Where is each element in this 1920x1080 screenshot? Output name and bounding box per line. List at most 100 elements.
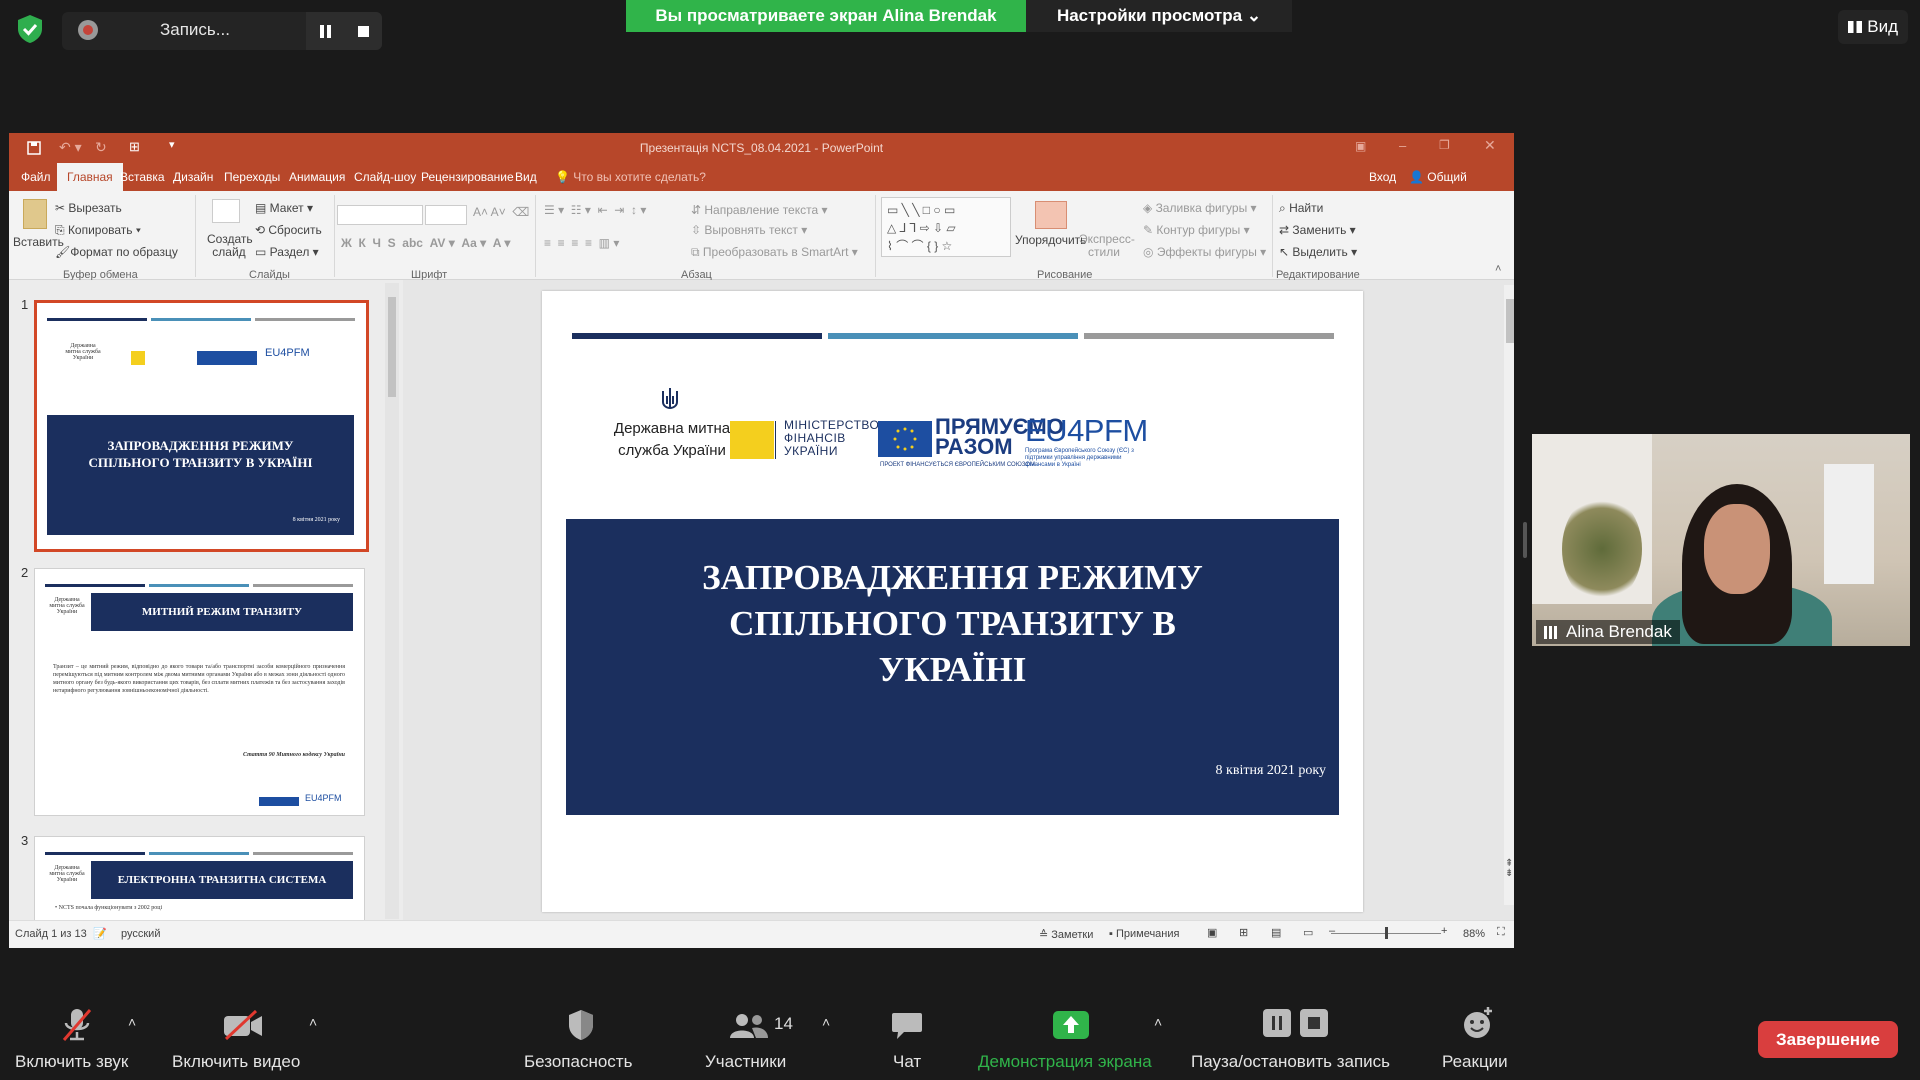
share-screen-icon[interactable] (1052, 1010, 1090, 1040)
list-buttons[interactable]: ☰ ▾ ☷ ▾ ⇤ ⇥ ↕ ▾ (544, 203, 646, 217)
find-button[interactable]: ⌕ Найти (1279, 201, 1323, 216)
thumbnail-slide-1[interactable]: Державна митна служба України EU4PFM ЗАП… (34, 300, 369, 552)
new-slide-button[interactable]: Создать слайд (207, 233, 253, 259)
participants-button[interactable]: Участники (705, 1052, 786, 1072)
language-indicator[interactable]: русский (121, 928, 160, 940)
audio-options-caret-icon[interactable]: ˄ (128, 1014, 136, 1030)
tab-view[interactable]: Вид (505, 163, 547, 191)
font-style-buttons[interactable]: Ж К Ч S abc AV ▾ Aa ▾ A ▾ (341, 236, 510, 250)
scrollbar-thumb[interactable] (388, 297, 396, 397)
arrange-button[interactable]: Упорядочить (1015, 233, 1086, 247)
font-size-box[interactable] (425, 205, 467, 225)
panel-resize-handle[interactable] (1523, 522, 1527, 558)
eu-flag-icon (878, 421, 932, 457)
collapse-ribbon-icon[interactable]: ˄ (1495, 263, 1501, 275)
pause-stop-recording-icon[interactable] (1262, 1008, 1332, 1038)
pause-stop-recording-button[interactable]: Пауза/остановить запись (1191, 1052, 1390, 1072)
font-size-arrows-icon[interactable]: A˄ A˅ ⌫ (473, 205, 529, 219)
minimize-icon[interactable]: – (1399, 138, 1406, 153)
format-painter-label: Формат по образцу (70, 245, 178, 259)
participants-icon[interactable] (728, 1012, 770, 1040)
share-options-caret-icon[interactable]: ˄ (1154, 1014, 1162, 1030)
shield-check-icon[interactable] (16, 14, 44, 44)
shape-effects-button[interactable]: ◎ Эффекты фигуры ▾ (1143, 245, 1266, 259)
normal-view-icon[interactable]: ▣ (1207, 926, 1217, 939)
reactions-button[interactable]: Реакции (1442, 1052, 1508, 1072)
chat-button[interactable]: Чат (893, 1052, 921, 1072)
muted-microphone-icon[interactable] (60, 1006, 94, 1044)
align-buttons[interactable]: ≡ ≡ ≡ ≡ ▥ ▾ (544, 236, 619, 250)
accent-bar (255, 318, 355, 321)
video-off-icon[interactable] (222, 1010, 266, 1040)
share-button[interactable]: 👤 Общий доступ (1399, 163, 1514, 212)
smartart-button[interactable]: ⧉ Преобразовать в SmartArt ▾ (691, 245, 858, 260)
chat-bubble-icon[interactable] (890, 1010, 924, 1042)
fit-slide-icon[interactable]: ⛶ (1497, 926, 1505, 939)
video-options-caret-icon[interactable]: ˄ (309, 1014, 317, 1030)
agency-logo-text: Державна митна служба України (65, 343, 101, 361)
section-icon: ▭ (255, 245, 270, 259)
security-button[interactable]: Безопасность (524, 1052, 632, 1072)
view-options-dropdown[interactable]: Настройки просмотра ⌄ (1026, 0, 1292, 32)
current-slide[interactable]: Державна митна служба України МІНІСТЕРСТ… (542, 291, 1363, 912)
prev-slide-icon[interactable]: ⇞ ⇟ (1505, 859, 1513, 879)
reactions-icon[interactable] (1462, 1006, 1494, 1040)
view-button[interactable]: Вид (1838, 10, 1908, 44)
paste-icon[interactable] (23, 199, 47, 229)
slideshow-icon[interactable]: ▭ (1303, 926, 1313, 939)
copy-icon: ⎘ (55, 223, 68, 237)
end-meeting-button[interactable]: Завершение (1758, 1021, 1898, 1058)
participant-name-tag: Alina Brendak (1536, 620, 1680, 644)
agency-name: Державна митна служба України (613, 420, 731, 459)
participant-video[interactable] (1532, 434, 1910, 646)
section-button[interactable]: ▭ Раздел ▾ (255, 245, 319, 259)
align-text-button[interactable]: ⇳ Выровнять текст ▾ (691, 223, 807, 237)
close-icon[interactable]: ✕ (1484, 137, 1496, 154)
start-video-button[interactable]: Включить видео (172, 1052, 300, 1072)
format-painter-button[interactable]: 🖌Формат по образцу (55, 245, 178, 259)
new-slide-icon[interactable] (212, 199, 240, 223)
share-screen-button[interactable]: Демонстрация экрана (978, 1052, 1152, 1072)
notes-button[interactable]: ≙ Заметки (1039, 928, 1093, 941)
reading-view-icon[interactable]: ▤ (1271, 926, 1281, 939)
spellcheck-icon[interactable]: 📝 (93, 927, 107, 940)
text-direction-icon: ⇵ (691, 203, 705, 217)
tell-me-box[interactable]: 💡 Что вы хотите сделать? (545, 163, 716, 191)
shape-outline-button[interactable]: ✎ Контур фигуры ▾ (1143, 223, 1250, 237)
outline-icon: ✎ (1143, 223, 1157, 237)
slide-sorter-icon[interactable]: ⊞ (1239, 926, 1248, 939)
thumbnail-title: МИТНИЙ РЕЖИМ ТРАНЗИТУ (91, 593, 353, 631)
eu-stars-icon (893, 427, 917, 451)
thumbnail-slide-2[interactable]: Державна митна служба України МИТНИЙ РЕЖ… (34, 568, 365, 816)
cut-label: Вырезать (68, 201, 122, 215)
ribbon-display-icon[interactable]: ▣ (1355, 139, 1366, 153)
arrange-icon[interactable] (1035, 201, 1067, 229)
stop-recording-button[interactable] (344, 12, 382, 50)
tab-file[interactable]: Файл (11, 163, 61, 191)
scrollbar-thumb[interactable] (1506, 299, 1514, 343)
font-name-box[interactable] (337, 205, 423, 225)
unmute-button[interactable]: Включить звук (15, 1052, 128, 1072)
zoom-in-icon[interactable]: + (1441, 925, 1447, 937)
reset-button[interactable]: ⟲ Сбросить (255, 223, 322, 237)
shape-fill-button[interactable]: ◈ Заливка фигуры ▾ (1143, 201, 1257, 215)
security-shield-icon[interactable] (566, 1008, 596, 1042)
copy-button[interactable]: ⎘ Копировать ▾ (55, 223, 141, 238)
thumbnail-scrollbar[interactable] (385, 283, 399, 919)
quick-styles-button[interactable]: Экспресс-стили (1079, 233, 1135, 259)
recording-indicator-icon (78, 20, 98, 40)
layout-button[interactable]: ▤ Макет ▾ (255, 201, 313, 215)
zoom-level[interactable]: 88% (1463, 928, 1485, 940)
thumbnail-title: ЕЛЕКТРОННА ТРАНЗИТНА СИСТЕМА (91, 861, 353, 899)
zoom-out-icon[interactable]: – (1329, 925, 1335, 937)
slide-scrollbar[interactable] (1504, 285, 1514, 905)
select-button[interactable]: ↖ Выделить ▾ (1279, 245, 1357, 259)
text-direction-button[interactable]: ⇵ Направление текста ▾ (691, 203, 828, 217)
replace-button[interactable]: ⇄ Заменить ▾ (1279, 223, 1356, 237)
pause-recording-button[interactable] (306, 12, 344, 50)
comments-button[interactable]: ▪ Примечания (1109, 928, 1179, 940)
cut-button[interactable]: ✂ Вырезать (55, 201, 122, 215)
restore-icon[interactable]: ❐ (1439, 138, 1450, 152)
participants-options-caret-icon[interactable]: ˄ (822, 1014, 830, 1030)
zoom-slider-thumb[interactable] (1385, 927, 1388, 939)
